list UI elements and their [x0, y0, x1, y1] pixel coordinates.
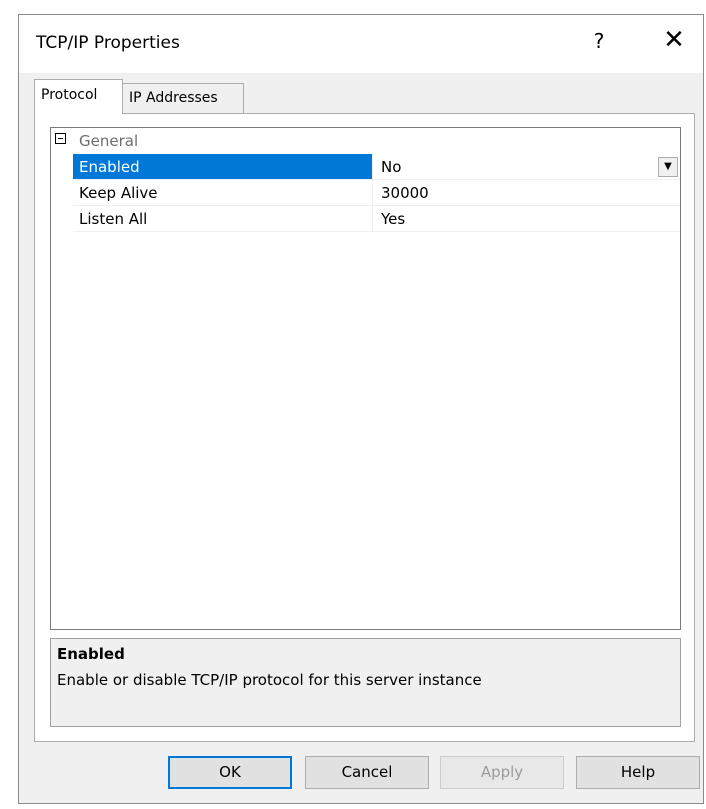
property-value[interactable]: Yes — [373, 206, 680, 232]
cancel-button[interactable]: Cancel — [305, 756, 429, 789]
title-bar: TCP/IP Properties ? ✕ — [19, 15, 703, 73]
category-label: General — [79, 132, 139, 150]
help-icon[interactable]: ? — [587, 29, 611, 53]
description-text: Enable or disable TCP/IP protocol for th… — [57, 671, 482, 689]
property-grid: General Enabled No ▼ Keep Alive 30000 Li… — [50, 127, 681, 630]
description-title: Enabled — [57, 645, 125, 663]
category-general[interactable]: General — [51, 128, 680, 154]
property-row-keep-alive[interactable]: Keep Alive 30000 — [51, 180, 680, 206]
property-name: Enabled — [73, 154, 373, 180]
close-icon[interactable]: ✕ — [659, 25, 689, 55]
property-value-enabled[interactable]: No ▼ — [373, 154, 680, 180]
property-row-listen-all[interactable]: Listen All Yes — [51, 206, 680, 232]
help-button[interactable]: Help — [576, 756, 700, 789]
tab-ip-addresses[interactable]: IP Addresses — [122, 83, 244, 113]
property-value: No — [381, 158, 402, 176]
property-value[interactable]: 30000 — [373, 180, 680, 206]
tcpip-properties-dialog: TCP/IP Properties ? ✕ Protocol IP Addres… — [18, 14, 704, 804]
property-row-enabled[interactable]: Enabled No ▼ — [51, 154, 680, 180]
dialog-title: TCP/IP Properties — [36, 33, 180, 53]
ok-button[interactable]: OK — [168, 756, 292, 789]
property-name: Keep Alive — [73, 180, 373, 206]
collapse-icon[interactable] — [55, 133, 66, 144]
protocol-tab-panel: General Enabled No ▼ Keep Alive 30000 Li… — [34, 113, 695, 742]
description-panel: Enabled Enable or disable TCP/IP protoco… — [50, 638, 681, 727]
chevron-down-icon[interactable]: ▼ — [658, 157, 678, 177]
property-name: Listen All — [73, 206, 373, 232]
apply-button[interactable]: Apply — [440, 756, 564, 789]
tab-protocol[interactable]: Protocol — [34, 79, 123, 114]
